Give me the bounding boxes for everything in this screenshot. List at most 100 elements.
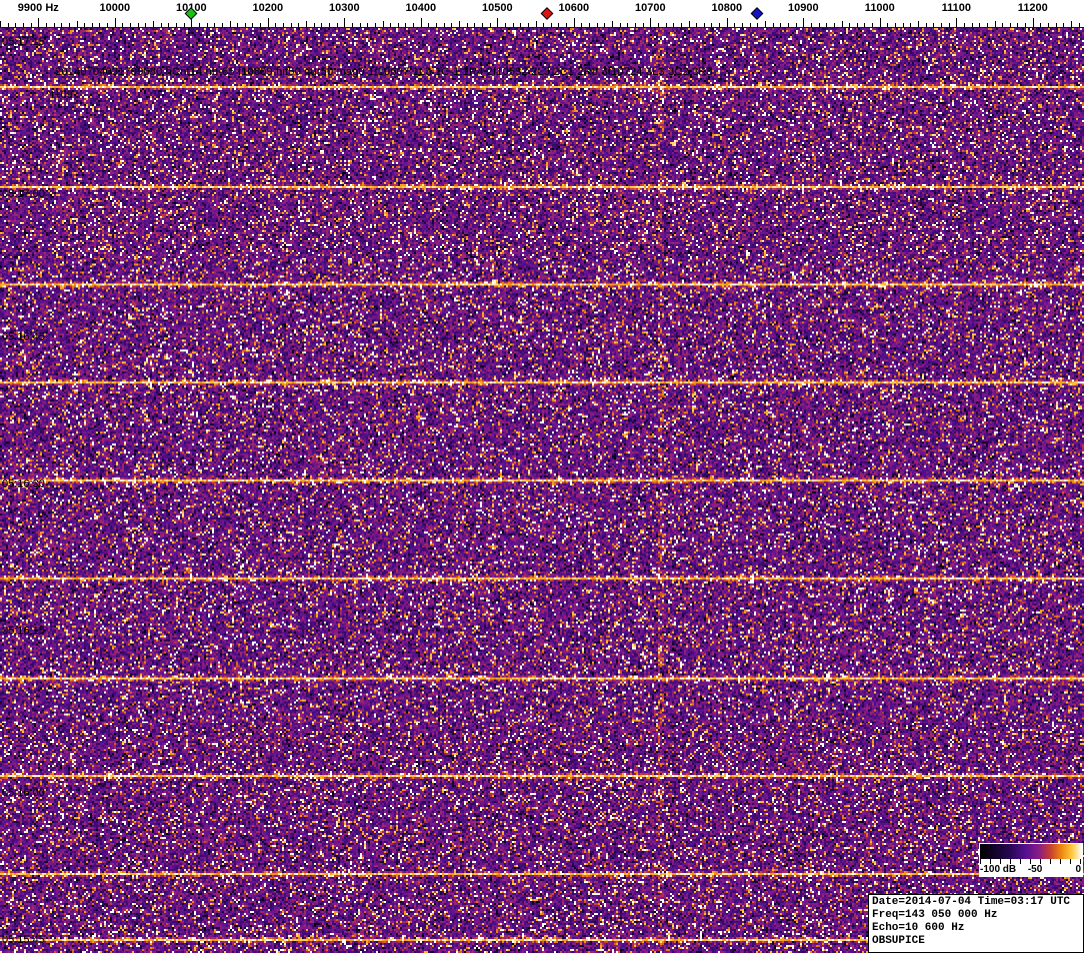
ruler-tick — [490, 23, 491, 27]
ruler-tick — [436, 23, 437, 27]
ruler-tick — [727, 18, 728, 27]
frequency-ruler: 9900 Hz100001010010200103001040010500106… — [0, 0, 1084, 28]
ruler-tick — [1033, 18, 1034, 27]
colorbar-label: -100 dB — [980, 864, 1016, 875]
ruler-tick — [252, 23, 253, 27]
ruler-tick — [505, 23, 506, 27]
ruler-tick — [467, 23, 468, 27]
ruler-tick — [184, 23, 185, 27]
ruler-tick — [750, 23, 751, 27]
ruler-tick — [926, 23, 927, 27]
ruler-tick — [23, 23, 24, 27]
ruler-tick — [153, 21, 154, 27]
ruler-tick — [1025, 23, 1026, 27]
ruler-tick — [857, 23, 858, 27]
ruler-tick — [222, 23, 223, 27]
ruler-tick — [842, 21, 843, 27]
ruler-frequency-label: 10700 — [635, 2, 666, 14]
ruler-tick — [566, 23, 567, 27]
ruler-tick — [444, 23, 445, 27]
ruler-tick — [99, 23, 100, 27]
ruler-tick — [964, 23, 965, 27]
ruler-tick — [421, 18, 422, 27]
info-line: Freq=143 050 000 Hz — [872, 909, 1080, 922]
ruler-tick — [995, 21, 996, 27]
ruler-tick — [765, 21, 766, 27]
ruler-tick — [597, 23, 598, 27]
ruler-tick — [398, 23, 399, 27]
ruler-tick — [482, 23, 483, 27]
ruler-tick — [742, 23, 743, 27]
ruler-tick — [528, 23, 529, 27]
ruler-tick — [1040, 23, 1041, 27]
ruler-tick — [383, 21, 384, 27]
ruler-tick — [903, 23, 904, 27]
ruler-tick — [643, 23, 644, 27]
ruler-tick — [237, 23, 238, 27]
app-window: 9900 Hz100001010010200103001040010500106… — [0, 0, 1084, 953]
spectrogram-canvas[interactable] — [0, 28, 1084, 953]
colorbar-labels: -100 dB -50 0 — [980, 864, 1082, 876]
ruler-frequency-label: 10500 — [482, 2, 513, 14]
ruler-tick — [834, 23, 835, 27]
ruler-tick — [214, 23, 215, 27]
ruler-tick — [788, 23, 789, 27]
ruler-frequency-label: 10000 — [100, 2, 131, 14]
ruler-tick — [1002, 23, 1003, 27]
ruler-tick — [864, 23, 865, 27]
ruler-tick — [987, 23, 988, 27]
ruler-tick — [168, 23, 169, 27]
colorbar-gradient — [980, 844, 1082, 859]
ruler-tick — [283, 23, 284, 27]
ruler-tick — [689, 21, 690, 27]
ruler-tick — [138, 23, 139, 27]
ruler-tick — [543, 23, 544, 27]
ruler-tick — [796, 23, 797, 27]
ruler-tick — [1010, 23, 1011, 27]
ruler-tick — [826, 23, 827, 27]
red-diamond-marker-icon[interactable] — [541, 7, 554, 20]
ruler-tick — [344, 18, 345, 27]
ruler-tick — [620, 23, 621, 27]
ruler-tick — [92, 23, 93, 27]
ruler-tick — [880, 18, 881, 27]
ruler-frequency-label: 11000 — [865, 2, 895, 14]
colorbar-label: 0 — [1075, 864, 1081, 875]
ruler-tick — [612, 21, 613, 27]
ruler-tick — [451, 23, 452, 27]
ruler-tick — [115, 18, 116, 27]
ruler-tick — [711, 23, 712, 27]
ruler-tick — [0, 21, 1, 27]
ruler-frequency-label: 10300 — [329, 2, 360, 14]
blue-diamond-marker-icon[interactable] — [751, 7, 764, 20]
ruler-tick — [291, 23, 292, 27]
ruler-tick — [673, 23, 674, 27]
ruler-tick — [497, 18, 498, 27]
ruler-tick — [819, 23, 820, 27]
ruler-tick — [69, 23, 70, 27]
ruler-tick — [405, 23, 406, 27]
ruler-frequency-label: 10900 — [788, 2, 819, 14]
ruler-tick — [1056, 23, 1057, 27]
ruler-tick — [122, 23, 123, 27]
ruler-tick — [949, 23, 950, 27]
ruler-tick — [604, 23, 605, 27]
ruler-tick — [696, 23, 697, 27]
ruler-tick — [107, 23, 108, 27]
ruler-tick — [260, 23, 261, 27]
ruler-tick — [658, 23, 659, 27]
ruler-tick — [474, 23, 475, 27]
ruler-tick — [933, 23, 934, 27]
ruler-tick — [375, 23, 376, 27]
ruler-tick — [849, 23, 850, 27]
ruler-tick — [77, 21, 78, 27]
ruler-frequency-label: 11100 — [942, 2, 971, 14]
info-line: Date=2014-07-04 Time=03:17 UTC — [872, 896, 1080, 909]
ruler-tick — [38, 18, 39, 27]
ruler-tick — [130, 23, 131, 27]
ruler-tick — [15, 23, 16, 27]
info-line: Echo=10 600 Hz — [872, 922, 1080, 935]
ruler-tick — [321, 23, 322, 27]
ruler-tick — [84, 23, 85, 27]
ruler-tick — [773, 23, 774, 27]
